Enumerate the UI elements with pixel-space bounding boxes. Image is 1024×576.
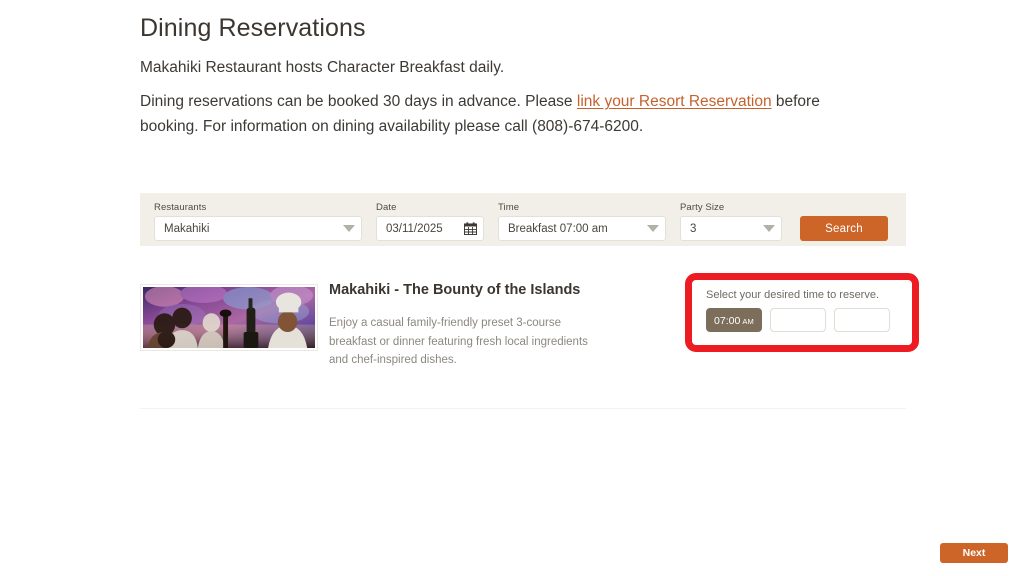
time-value: Breakfast 07:00 am <box>508 222 608 235</box>
intro-paragraph-2: Dining reservations can be booked 30 day… <box>140 89 820 139</box>
restaurants-value: Makahiki <box>164 222 210 235</box>
page-title: Dining Reservations <box>140 14 366 42</box>
party-size-label: Party Size <box>680 202 725 213</box>
date-label: Date <box>376 202 397 213</box>
next-button[interactable]: Next <box>940 543 1008 563</box>
party-size-field: Party Size 3 <box>680 202 782 241</box>
date-value: 03/11/2025 <box>386 222 443 235</box>
chevron-down-icon <box>343 225 355 232</box>
chevron-down-icon <box>763 225 775 232</box>
time-slot-meridiem: AM <box>742 317 754 326</box>
intro-text-before: Dining reservations can be booked 30 day… <box>140 93 577 110</box>
result-title: Makahiki - The Bounty of the Islands <box>329 282 581 298</box>
time-slot-button-1[interactable]: 07:00 AM <box>706 308 762 332</box>
time-slot-time: 07:00 <box>714 315 741 327</box>
time-field: Time Breakfast 07:00 am <box>498 202 666 241</box>
dining-reservations-page: Dining Reservations Makahiki Restaurant … <box>140 0 919 576</box>
party-size-select[interactable]: 3 <box>680 216 782 241</box>
intro-paragraph-1: Makahiki Restaurant hosts Character Brea… <box>140 59 505 76</box>
time-selection-panel: Select your desired time to reserve. 07:… <box>692 280 912 345</box>
date-field: Date 03/11/2025 <box>376 202 484 241</box>
time-slot-list: 07:00 AM <box>706 308 912 332</box>
restaurants-field: Restaurants Makahiki <box>154 202 362 241</box>
restaurant-thumbnail <box>141 285 317 350</box>
calendar-icon[interactable] <box>464 222 477 235</box>
time-slot-button-2[interactable] <box>770 308 826 332</box>
time-label: Time <box>498 202 520 213</box>
search-button[interactable]: Search <box>800 216 888 241</box>
date-input[interactable]: 03/11/2025 <box>376 216 484 241</box>
search-panel: Restaurants Makahiki Date 03/11/2025 Tim <box>140 193 906 246</box>
time-slot-button-3[interactable] <box>834 308 890 332</box>
restaurant-photo <box>143 287 315 348</box>
restaurants-label: Restaurants <box>154 202 207 213</box>
chevron-down-icon <box>647 225 659 232</box>
section-divider <box>140 408 906 409</box>
time-select[interactable]: Breakfast 07:00 am <box>498 216 666 241</box>
result-description: Enjoy a casual family-friendly preset 3-… <box>329 317 588 367</box>
restaurants-select[interactable]: Makahiki <box>154 216 362 241</box>
time-selection-highlight: Select your desired time to reserve. 07:… <box>685 273 919 352</box>
time-selection-prompt: Select your desired time to reserve. <box>706 289 880 301</box>
party-size-value: 3 <box>690 222 697 235</box>
resort-reservation-link[interactable]: link your Resort Reservation <box>577 93 772 110</box>
